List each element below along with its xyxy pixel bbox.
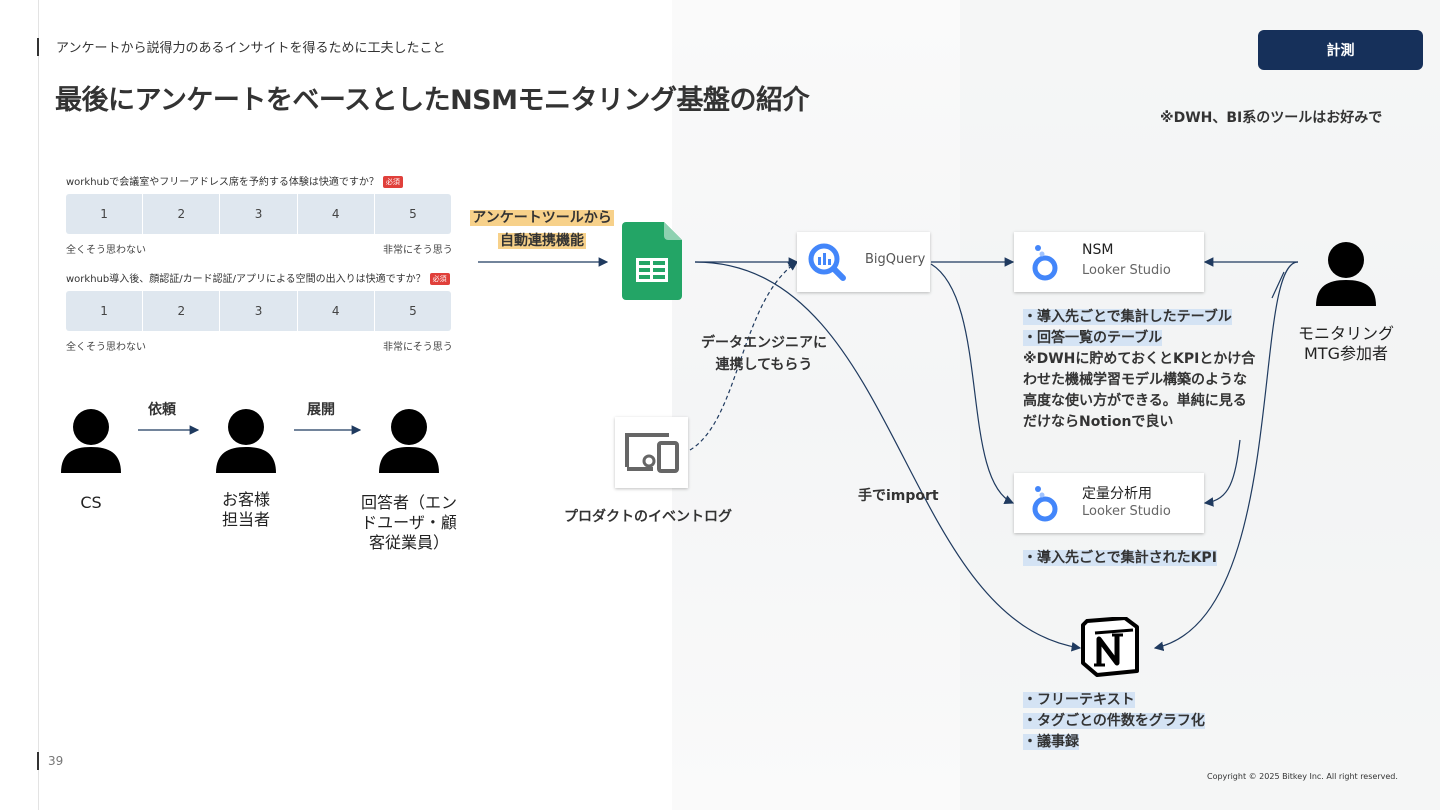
notion-icon <box>1081 617 1139 677</box>
manual-import-label: 手でimport <box>858 488 939 504</box>
data-engineer-label: データエンジニアに 連携してもらう <box>701 335 827 373</box>
sheets-icon <box>622 222 682 300</box>
deploy-label: 展開 <box>307 402 335 418</box>
person-icon <box>216 409 276 473</box>
bigquery-label: BigQuery <box>865 252 926 267</box>
monitoring-label: モニタリング MTG参加者 <box>1297 324 1394 363</box>
cs-label: CS <box>80 493 102 512</box>
analysis-card-title: 定量分析用 <box>1082 486 1152 502</box>
analysis-card-sub: Looker Studio <box>1082 504 1171 519</box>
nsm-looker-card: NSM Looker Studio <box>1014 232 1204 292</box>
event-log-label: プロダクトのイベントログ <box>564 509 732 525</box>
bigquery-icon <box>808 243 846 281</box>
page-number: 39 <box>48 754 64 768</box>
looker-studio-icon <box>1032 486 1058 522</box>
analysis-looker-card: 定量分析用 Looker Studio <box>1014 473 1204 533</box>
nsm-notes: ・導入先ごとで集計したテーブル ・回答一覧のテーブル ※DWHに貯めておくとKP… <box>1023 309 1256 430</box>
bigquery-card: BigQuery <box>797 232 930 292</box>
event-log-card <box>615 417 688 488</box>
customer-label: お客様 担当者 <box>221 490 270 529</box>
person-icon <box>1316 242 1376 306</box>
analysis-notes: ・導入先ごとで集計されたKPI <box>1023 550 1217 566</box>
notion-notes: ・フリーテキスト ・タグごとの件数をグラフ化 ・議事録 <box>1023 692 1205 750</box>
looker-studio-icon <box>1032 245 1058 281</box>
person-icon <box>379 409 439 473</box>
nsm-card-title: NSM <box>1082 242 1114 258</box>
copyright: Copyright © 2025 Bitkey Inc. All right r… <box>1207 772 1398 781</box>
respondent-label: 回答者（エン ドユーザ・顧 客従業員） <box>360 493 457 552</box>
person-icon <box>61 409 121 473</box>
devices-icon <box>625 433 679 473</box>
survey-tool-label: アンケートツールから 自動連携機能 <box>470 210 614 249</box>
request-label: 依頼 <box>148 402 176 418</box>
nsm-card-sub: Looker Studio <box>1082 263 1171 278</box>
